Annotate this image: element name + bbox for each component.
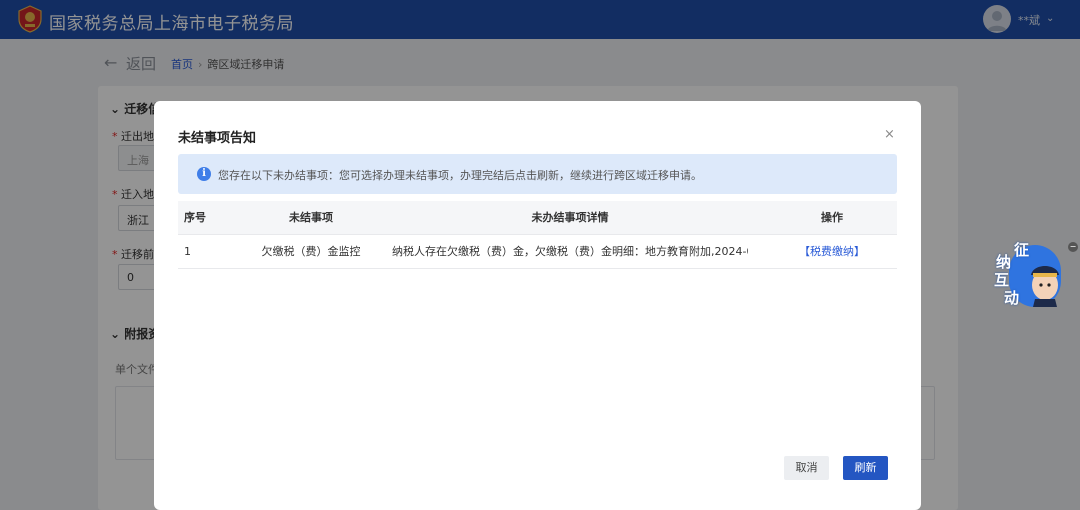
info-icon: i: [197, 167, 211, 181]
pay-tax-link[interactable]: 【税费缴纳】: [792, 235, 872, 269]
pending-items-dialog: 未结事项告知 × i 您存在以下未办结事项：您可选择办理未结事项，办理完结后点击…: [154, 101, 921, 510]
pending-items-table: 序号 未结事项 未办结事项详情 操作 1 欠缴税（费）金监控 纳税人存在欠缴税（…: [178, 201, 897, 269]
table-row: 1 欠缴税（费）金监控 纳税人存在欠缴税（费）金，欠缴税（费）金明细：地方教育附…: [178, 235, 897, 269]
notice-text: 您存在以下未办结事项：您可选择办理未结事项，办理完结后点击刷新，继续进行跨区域迁…: [218, 169, 702, 182]
row-item: 欠缴税（费）金监控: [261, 245, 361, 258]
row-detail: 纳税人存在欠缴税（费）金，欠缴税（费）金明细：地方教育附加,2024-01-..…: [392, 245, 748, 258]
assistant-widget[interactable]: 征 纳 互 动 −: [990, 237, 1078, 309]
close-icon[interactable]: ×: [884, 127, 895, 142]
cancel-button[interactable]: 取消: [784, 456, 829, 480]
column-header-detail: 未办结事项详情: [531, 211, 609, 224]
column-header-item: 未结事项: [289, 211, 333, 224]
widget-char-4: 动: [1004, 289, 1020, 307]
widget-char-1: 征: [1014, 241, 1030, 259]
table-header: 序号 未结事项 未办结事项详情 操作: [178, 201, 897, 235]
row-no: 1: [184, 245, 191, 258]
refresh-button[interactable]: 刷新: [843, 456, 888, 480]
notice-alert: i 您存在以下未办结事项：您可选择办理未结事项，办理完结后点击刷新，继续进行跨区…: [178, 154, 897, 194]
dialog-title: 未结事项告知: [178, 131, 257, 146]
minimize-icon[interactable]: −: [1068, 242, 1078, 252]
column-header-no: 序号: [184, 211, 206, 224]
column-header-action: 操作: [821, 211, 843, 224]
